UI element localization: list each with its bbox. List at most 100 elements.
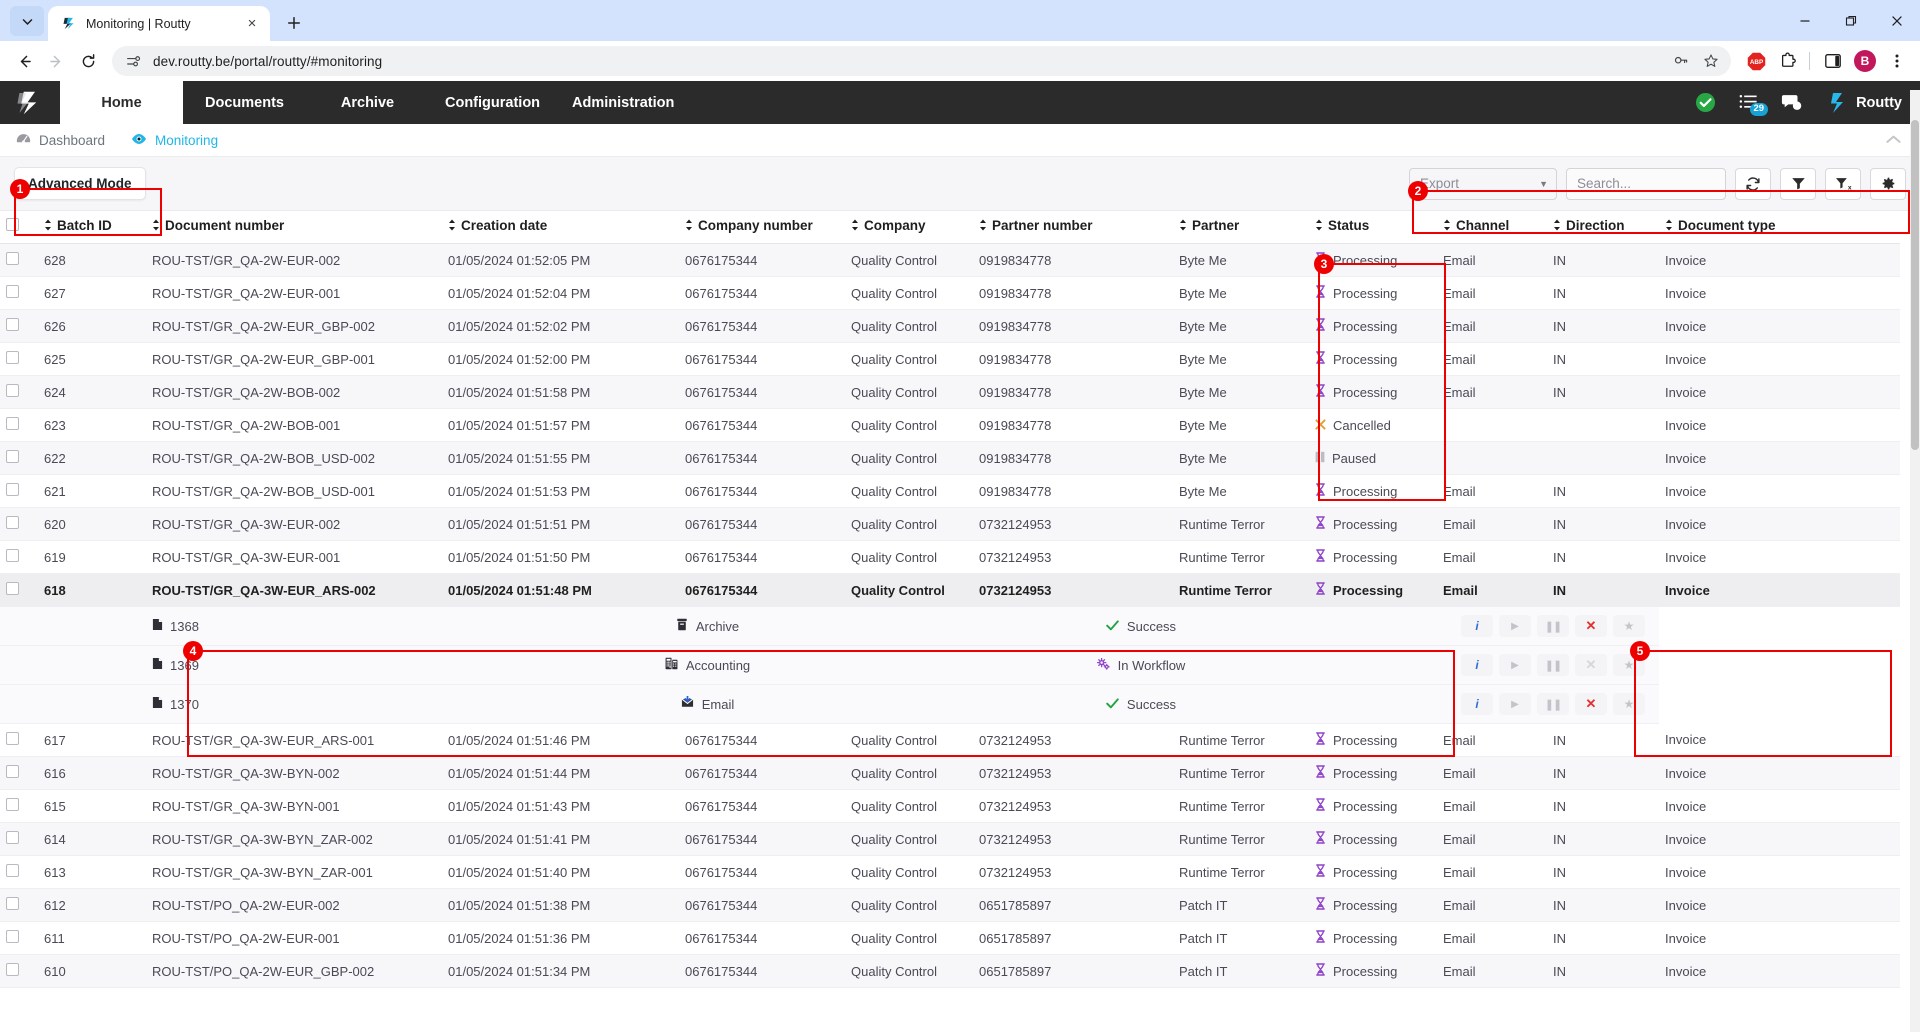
table-row[interactable]: 626ROU-TST/GR_QA-2W-EUR_GBP-00201/05/202… [0, 310, 1900, 343]
clear-filter-button[interactable]: x [1825, 168, 1861, 200]
subnav-item-monitoring[interactable]: Monitoring [131, 132, 218, 149]
table-row[interactable]: 616ROU-TST/GR_QA-3W-BYN-00201/05/2024 01… [0, 757, 1900, 790]
info-button[interactable]: i [1461, 693, 1493, 715]
table-row[interactable]: 621ROU-TST/GR_QA-2W-BOB_USD-00101/05/202… [0, 475, 1900, 508]
row-select-cell[interactable] [0, 790, 38, 823]
check-circle-icon[interactable] [1695, 92, 1716, 113]
table-subrow[interactable]: 1368ArchiveSuccessi▶❚❚✕★ [0, 607, 1900, 646]
nav-item-home[interactable]: Home [60, 81, 183, 124]
row-checkbox[interactable] [6, 450, 19, 463]
info-button[interactable]: i [1461, 615, 1493, 637]
bookmark-star-icon[interactable] [1701, 51, 1721, 71]
table-row[interactable]: 615ROU-TST/GR_QA-3W-BYN-00101/05/2024 01… [0, 790, 1900, 823]
browser-tab[interactable]: Monitoring | Routty × [48, 6, 270, 41]
play-button[interactable]: ▶ [1499, 615, 1531, 637]
col-header-document-type[interactable]: Document type [1659, 211, 1900, 244]
adblock-icon[interactable]: ABP [1742, 47, 1770, 75]
task-list-icon[interactable]: 29 [1738, 92, 1759, 113]
page-scrollbar[interactable] [1910, 90, 1920, 1032]
row-checkbox[interactable] [6, 252, 19, 265]
forward-icon[interactable] [41, 46, 71, 76]
row-select-cell[interactable] [0, 823, 38, 856]
col-header-channel[interactable]: Channel [1437, 211, 1547, 244]
row-select-cell[interactable] [0, 922, 38, 955]
row-select-cell[interactable] [0, 541, 38, 574]
table-row[interactable]: 612ROU-TST/PO_QA-2W-EUR-00201/05/2024 01… [0, 889, 1900, 922]
favorite-button[interactable]: ★ [1613, 615, 1645, 637]
row-checkbox[interactable] [6, 765, 19, 778]
cancel-button[interactable]: ✕ [1575, 693, 1607, 715]
row-select-cell[interactable] [0, 955, 38, 988]
filter-button[interactable] [1780, 168, 1816, 200]
row-checkbox[interactable] [6, 930, 19, 943]
minimize-icon[interactable] [1782, 0, 1828, 41]
row-checkbox[interactable] [6, 384, 19, 397]
nav-item-configuration[interactable]: Configuration [429, 81, 556, 124]
row-select-cell[interactable] [0, 343, 38, 376]
table-row[interactable]: 622ROU-TST/GR_QA-2W-BOB_USD-00201/05/202… [0, 442, 1900, 475]
routty-chevron-logo[interactable] [0, 81, 60, 124]
row-checkbox[interactable] [6, 963, 19, 976]
col-header-partner-number[interactable]: Partner number [973, 211, 1173, 244]
row-select-cell[interactable] [0, 475, 38, 508]
row-select-cell[interactable] [0, 409, 38, 442]
settings-gear-icon[interactable] [1870, 168, 1906, 200]
row-checkbox[interactable] [6, 516, 19, 529]
pause-button[interactable]: ❚❚ [1537, 693, 1569, 715]
row-checkbox[interactable] [6, 285, 19, 298]
tune-icon[interactable] [123, 51, 143, 71]
nav-item-archive[interactable]: Archive [306, 81, 429, 124]
reload-icon[interactable] [73, 46, 103, 76]
cancel-button[interactable]: ✕ [1575, 654, 1607, 676]
back-icon[interactable] [9, 46, 39, 76]
pause-button[interactable]: ❚❚ [1537, 654, 1569, 676]
table-row[interactable]: 617ROU-TST/GR_QA-3W-EUR_ARS-00101/05/202… [0, 724, 1900, 757]
advanced-mode-toggle[interactable]: Advanced Mode [14, 167, 146, 200]
restore-icon[interactable] [1828, 0, 1874, 41]
key-icon[interactable] [1671, 51, 1691, 71]
close-icon[interactable]: × [242, 14, 262, 34]
table-row[interactable]: 614ROU-TST/GR_QA-3W-BYN_ZAR-00201/05/202… [0, 823, 1900, 856]
row-checkbox[interactable] [6, 582, 19, 595]
row-checkbox[interactable] [6, 318, 19, 331]
profile-avatar[interactable]: B [1851, 47, 1879, 75]
table-subrow[interactable]: 1369AccountingIn Workflowi▶❚❚✕★ [0, 646, 1900, 685]
table-row[interactable]: 623ROU-TST/GR_QA-2W-BOB-00101/05/2024 01… [0, 409, 1900, 442]
table-row[interactable]: 618ROU-TST/GR_QA-3W-EUR_ARS-00201/05/202… [0, 574, 1900, 607]
row-select-cell[interactable] [0, 244, 38, 277]
table-subrow[interactable]: 1370EmailSuccessi▶❚❚✕★ [0, 685, 1900, 724]
omnibox[interactable]: dev.routty.be/portal/routty/#monitoring [112, 46, 1731, 76]
table-row[interactable]: 610ROU-TST/PO_QA-2W-EUR_GBP-00201/05/202… [0, 955, 1900, 988]
row-checkbox[interactable] [6, 831, 19, 844]
export-dropdown[interactable]: Export ▼ [1409, 168, 1557, 200]
col-header-partner[interactable]: Partner [1173, 211, 1309, 244]
play-button[interactable]: ▶ [1499, 693, 1531, 715]
tab-search-icon[interactable] [10, 6, 44, 36]
row-select-cell[interactable] [0, 889, 38, 922]
nav-item-documents[interactable]: Documents [183, 81, 306, 124]
table-row[interactable]: 627ROU-TST/GR_QA-2W-EUR-00101/05/2024 01… [0, 277, 1900, 310]
col-header-direction[interactable]: Direction [1547, 211, 1659, 244]
row-select-cell[interactable] [0, 574, 38, 607]
row-checkbox[interactable] [6, 483, 19, 496]
row-select-cell[interactable] [0, 277, 38, 310]
col-header-status[interactable]: Status [1309, 211, 1437, 244]
row-select-cell[interactable] [0, 856, 38, 889]
row-select-cell[interactable] [0, 442, 38, 475]
refresh-button[interactable] [1735, 168, 1771, 200]
close-window-icon[interactable] [1874, 0, 1920, 41]
side-panel-icon[interactable] [1819, 47, 1847, 75]
row-select-cell[interactable] [0, 757, 38, 790]
row-checkbox[interactable] [6, 417, 19, 430]
row-select-cell[interactable] [0, 508, 38, 541]
col-header-company[interactable]: Company [845, 211, 973, 244]
table-row[interactable]: 619ROU-TST/GR_QA-3W-EUR-00101/05/2024 01… [0, 541, 1900, 574]
col-header-document-number[interactable]: Document number [146, 211, 442, 244]
row-checkbox[interactable] [6, 351, 19, 364]
table-row[interactable]: 620ROU-TST/GR_QA-3W-EUR-00201/05/2024 01… [0, 508, 1900, 541]
row-checkbox[interactable] [6, 897, 19, 910]
table-row[interactable]: 625ROU-TST/GR_QA-2W-EUR_GBP-00101/05/202… [0, 343, 1900, 376]
row-select-cell[interactable] [0, 310, 38, 343]
row-checkbox[interactable] [6, 864, 19, 877]
table-row[interactable]: 611ROU-TST/PO_QA-2W-EUR-00101/05/2024 01… [0, 922, 1900, 955]
